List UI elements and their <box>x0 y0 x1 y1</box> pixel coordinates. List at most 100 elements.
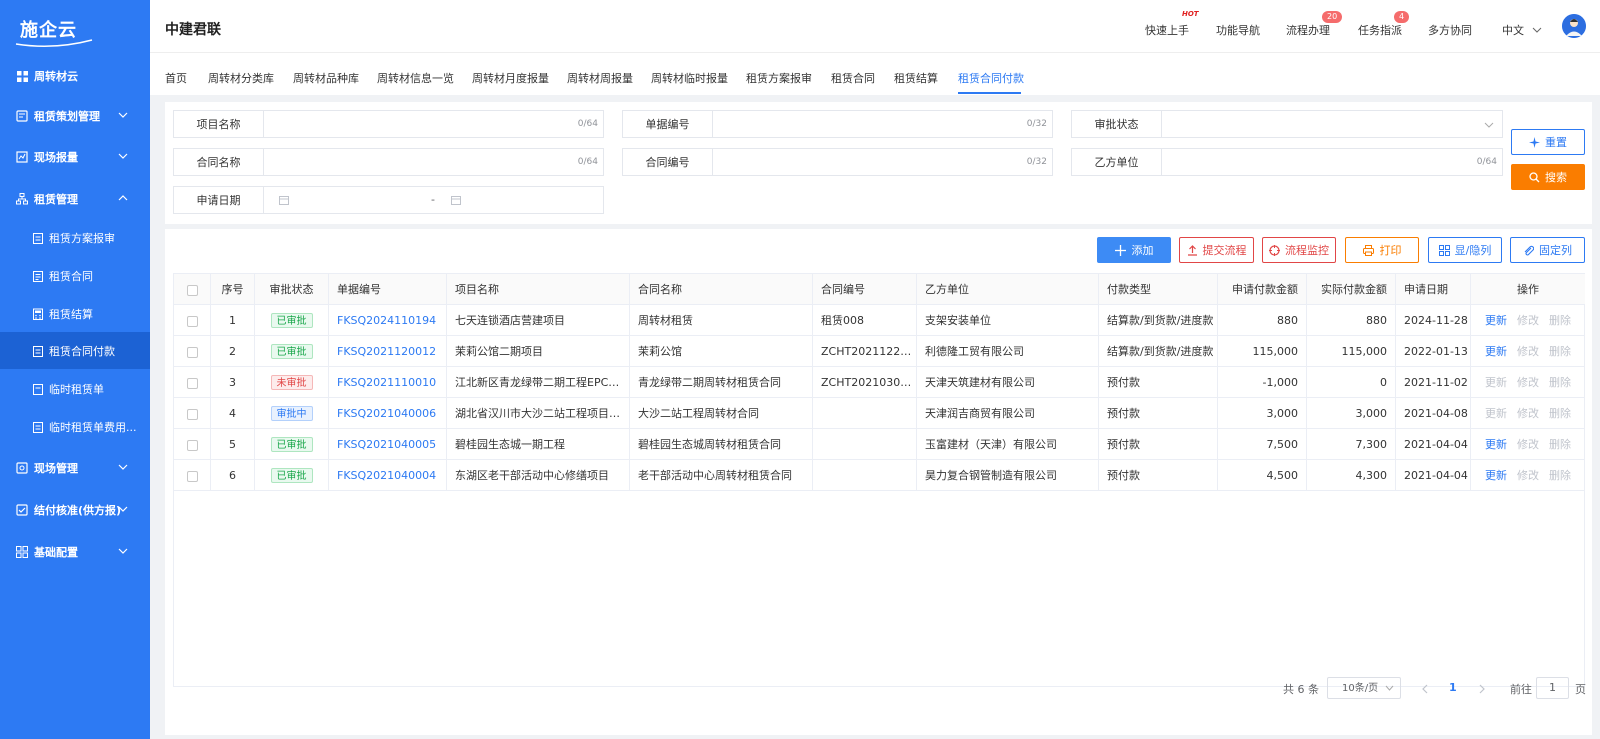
edit-button[interactable]: 修改 <box>1517 376 1539 389</box>
col-header: 合同名称 <box>630 274 813 305</box>
sidebar-item-site-report[interactable]: 现场报量 <box>0 138 150 176</box>
apply-amt-cell: 4,500 <box>1218 460 1307 491</box>
party-b-label: 乙方单位 <box>1072 149 1162 175</box>
row-select-cell <box>174 305 211 336</box>
contract-no-input[interactable]: 0/32 <box>713 149 1052 175</box>
language-select[interactable]: 中文 <box>1502 22 1542 38</box>
search-button[interactable]: 搜索 <box>1511 164 1585 190</box>
goto-page-input[interactable]: 1 <box>1536 677 1569 699</box>
delete-button[interactable]: 删除 <box>1549 376 1571 389</box>
multi-party-link[interactable]: 多方协同 <box>1428 22 1472 38</box>
tab-rental-settlement[interactable]: 租赁结算 <box>894 70 938 86</box>
sidebar-subitem-rental-settlement[interactable]: 租赁结算 <box>0 295 150 332</box>
submit-flow-button[interactable]: 提交流程 <box>1179 237 1254 263</box>
sidebar-item-site-management[interactable]: 现场管理 <box>0 449 150 487</box>
flow-monitor-label: 流程监控 <box>1285 244 1329 257</box>
doc-no-link[interactable]: FKSQ2021040004 <box>329 460 447 491</box>
actions-cell: 更新 修改 删除 <box>1471 398 1585 429</box>
date-cell: 2021-04-08 <box>1396 398 1471 429</box>
checkbox[interactable] <box>186 346 198 358</box>
apply-date-range[interactable]: - <box>264 187 603 213</box>
header-select-all[interactable] <box>174 274 211 305</box>
tab-monthly-report[interactable]: 周转材月度报量 <box>472 70 549 86</box>
tab-temp-report[interactable]: 周转材临时报量 <box>651 70 728 86</box>
status-badge: 审批中 <box>270 406 313 421</box>
flow-monitor-button[interactable]: 流程监控 <box>1262 237 1336 263</box>
edit-button[interactable]: 修改 <box>1517 469 1539 482</box>
edit-button[interactable]: 修改 <box>1517 345 1539 358</box>
doc-no-link[interactable]: FKSQ2021040006 <box>329 398 447 429</box>
tab-category-library[interactable]: 周转材分类库 <box>208 70 274 86</box>
checkbox[interactable] <box>186 284 198 296</box>
sidebar-subitem-rental-contract[interactable]: 租赁合同 <box>0 257 150 294</box>
sidebar-subitem-temp-rental[interactable]: 临时租赁单 <box>0 370 150 407</box>
checkbox[interactable] <box>186 408 198 420</box>
edit-button[interactable]: 修改 <box>1517 438 1539 451</box>
checkbox[interactable] <box>186 470 198 482</box>
prev-page-icon[interactable] <box>1421 684 1429 706</box>
tab-weekly-report[interactable]: 周转材周报量 <box>567 70 633 86</box>
doc-no-link[interactable]: FKSQ2024110194 <box>329 305 447 336</box>
delete-button[interactable]: 删除 <box>1549 438 1571 451</box>
user-avatar[interactable] <box>1562 14 1586 38</box>
checkbox[interactable] <box>186 377 198 389</box>
actual-amt-cell: 7,300 <box>1307 429 1396 460</box>
tab-contract-payment[interactable]: 租赁合同付款 <box>958 70 1024 86</box>
update-button[interactable]: 更新 <box>1485 438 1507 451</box>
current-page[interactable]: 1 <box>1449 681 1457 703</box>
checkbox[interactable] <box>186 315 198 327</box>
contract-name-input[interactable]: 0/64 <box>264 149 603 175</box>
process-handling-link[interactable]: 流程办理 <box>1286 22 1330 38</box>
sidebar-subitem-temp-rental-fee[interactable]: 临时租赁单费用... <box>0 408 150 445</box>
add-button[interactable]: 添加 <box>1097 237 1171 263</box>
tab-variety-library[interactable]: 周转材品种库 <box>293 70 359 86</box>
quick-start-link[interactable]: 快速上手 <box>1145 22 1189 38</box>
update-button[interactable]: 更新 <box>1485 407 1507 420</box>
tab-home[interactable]: 首页 <box>165 70 187 86</box>
sidebar-subitem-contract-payment[interactable]: 租赁合同付款 <box>0 332 150 369</box>
party-b-cell: 天津天筑建材有限公司 <box>917 367 1099 398</box>
doc-no-link[interactable]: FKSQ2021110010 <box>329 367 447 398</box>
function-nav-link[interactable]: 功能导航 <box>1216 22 1260 38</box>
toggle-columns-button[interactable]: 显/隐列 <box>1428 237 1502 263</box>
goto-value: 1 <box>1549 681 1556 694</box>
page-size-select[interactable]: 10条/页 <box>1327 677 1401 699</box>
edit-button[interactable]: 修改 <box>1517 314 1539 327</box>
sidebar-item-rental-planning[interactable]: 租赁策划管理 <box>0 97 150 135</box>
delete-button[interactable]: 删除 <box>1549 407 1571 420</box>
sidebar-item-turnover-cloud[interactable]: 周转材云 <box>0 57 150 95</box>
sidebar-item-rental-management[interactable]: 租赁管理 <box>0 180 150 218</box>
doc-no-input[interactable]: 0/32 <box>713 111 1052 137</box>
update-button[interactable]: 更新 <box>1485 469 1507 482</box>
tab-rental-contract[interactable]: 租赁合同 <box>831 70 875 86</box>
task-assign-link[interactable]: 任务指派 <box>1358 22 1402 38</box>
next-page-icon[interactable] <box>1478 684 1486 706</box>
logo: 施企云 <box>14 14 94 48</box>
update-button[interactable]: 更新 <box>1485 345 1507 358</box>
sidebar-item-payment-approval[interactable]: 结付核准(供方报) <box>0 491 150 529</box>
calendar-icon <box>279 196 289 205</box>
tab-plan-review[interactable]: 租赁方案报审 <box>746 70 812 86</box>
doc-no-link[interactable]: FKSQ2021040005 <box>329 429 447 460</box>
sidebar-item-base-config[interactable]: 基础配置 <box>0 533 150 571</box>
approval-status-select[interactable] <box>1162 111 1502 137</box>
update-button[interactable]: 更新 <box>1485 314 1507 327</box>
project-name-input[interactable]: 0/64 <box>264 111 603 137</box>
contract-no-cell: ZCHT2021030364 <box>813 367 917 398</box>
party-b-input[interactable]: 0/64 <box>1162 149 1502 175</box>
sidebar-subitem-plan-review[interactable]: 租赁方案报审 <box>0 219 150 256</box>
contract-cell: 老干部活动中心周转材租赁合同 <box>630 460 813 491</box>
edit-button[interactable]: 修改 <box>1517 407 1539 420</box>
update-button[interactable]: 更新 <box>1485 376 1507 389</box>
tab-info-list[interactable]: 周转材信息一览 <box>377 70 454 86</box>
delete-button[interactable]: 删除 <box>1549 314 1571 327</box>
contract-no-cell <box>813 398 917 429</box>
checkbox[interactable] <box>186 439 198 451</box>
reset-button[interactable]: 重置 <box>1511 129 1585 155</box>
delete-button[interactable]: 删除 <box>1549 345 1571 358</box>
fix-columns-button[interactable]: 固定列 <box>1510 237 1585 263</box>
idx-cell: 2 <box>211 336 255 367</box>
delete-button[interactable]: 删除 <box>1549 469 1571 482</box>
doc-no-link[interactable]: FKSQ2021120012 <box>329 336 447 367</box>
print-button[interactable]: 打印 <box>1345 237 1419 263</box>
